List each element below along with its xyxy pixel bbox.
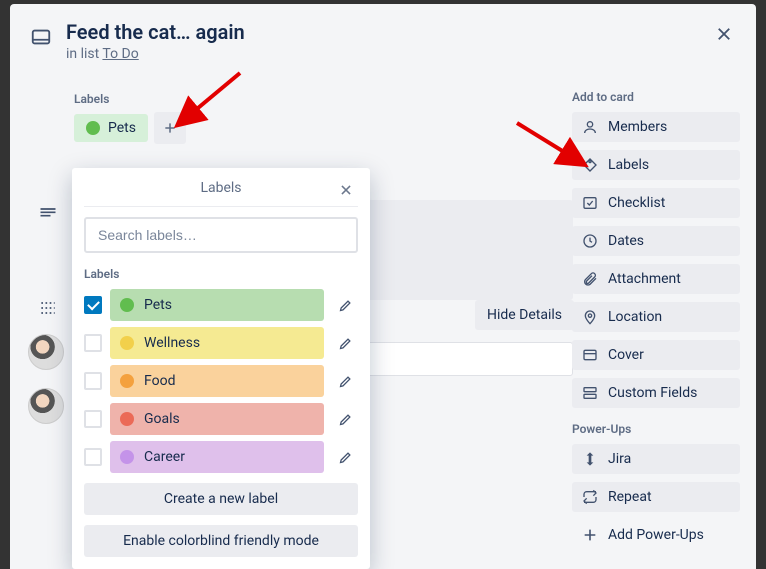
tag-icon	[582, 157, 598, 173]
card-subtitle: in list To Do	[66, 46, 245, 62]
sidebar-item-add-powerups[interactable]: Add Power-Ups	[572, 520, 740, 550]
plus-icon	[163, 121, 177, 135]
label-name: Pets	[144, 297, 172, 313]
cover-icon	[582, 347, 598, 363]
label-row-food: Food	[84, 365, 358, 397]
list-link[interactable]: To Do	[102, 46, 138, 62]
label-dot-icon	[120, 336, 134, 350]
create-label-button[interactable]: Create a new label	[84, 483, 358, 515]
close-modal-button[interactable]	[708, 18, 740, 50]
label-dot-icon	[120, 450, 134, 464]
card-modal: Feed the cat… again in list To Do Labels…	[10, 4, 756, 569]
pencil-icon	[338, 336, 353, 351]
sidebar-item-labels[interactable]: Labels	[572, 150, 740, 180]
label-pill[interactable]: Pets	[110, 289, 324, 321]
edit-label-button[interactable]	[332, 444, 358, 470]
sidebar-item-label: Members	[608, 119, 667, 135]
sidebar-item-label: Add Power-Ups	[608, 527, 704, 543]
card-title[interactable]: Feed the cat… again	[66, 20, 245, 44]
sidebar-item-custom-fields[interactable]: Custom Fields	[572, 378, 740, 408]
label-row-wellness: Wellness	[84, 327, 358, 359]
label-dot-icon	[120, 412, 134, 426]
label-name: Career	[144, 449, 185, 465]
label-checkbox[interactable]	[84, 334, 102, 352]
sidebar-item-label: Attachment	[608, 271, 681, 287]
sidebar-item-label: Dates	[608, 233, 644, 249]
add-label-button[interactable]	[154, 112, 186, 144]
sidebar-item-jira[interactable]: Jira	[572, 444, 740, 474]
jira-icon	[582, 451, 598, 467]
sidebar-item-repeat[interactable]: Repeat	[572, 482, 740, 512]
sidebar-item-label: Cover	[608, 347, 644, 363]
sidebar-item-location[interactable]: Location	[572, 302, 740, 332]
label-checkbox[interactable]	[84, 296, 102, 314]
label-pill[interactable]: Career	[110, 441, 324, 473]
pencil-icon	[338, 450, 353, 465]
colorblind-mode-button[interactable]: Enable colorblind friendly mode	[84, 525, 358, 557]
sidebar-item-members[interactable]: Members	[572, 112, 740, 142]
plus-icon	[582, 527, 598, 543]
avatar[interactable]	[28, 334, 64, 370]
avatar[interactable]	[28, 388, 64, 424]
edit-label-button[interactable]	[332, 406, 358, 432]
label-pill[interactable]: Wellness	[110, 327, 324, 359]
pencil-icon	[338, 298, 353, 313]
close-icon	[339, 183, 353, 197]
sidebar-item-checklist[interactable]: Checklist	[572, 188, 740, 218]
pencil-icon	[338, 412, 353, 427]
labels-heading: Labels	[74, 92, 574, 106]
applied-labels-row: Pets	[74, 112, 574, 144]
sidebar-item-attachment[interactable]: Attachment	[572, 264, 740, 294]
label-dot-icon	[86, 121, 100, 135]
popover-close-button[interactable]	[334, 178, 358, 202]
label-name: Wellness	[144, 335, 200, 351]
sidebar-item-label: Repeat	[608, 489, 652, 505]
label-search-input[interactable]	[84, 217, 358, 253]
sidebar-item-label: Checklist	[608, 195, 665, 211]
edit-label-button[interactable]	[332, 330, 358, 356]
description-icon	[38, 204, 62, 228]
clock-icon	[582, 233, 598, 249]
card-icon	[30, 26, 52, 52]
label-chip-pets[interactable]: Pets	[74, 114, 148, 142]
pencil-icon	[338, 374, 353, 389]
paperclip-icon	[582, 271, 598, 287]
card-sidebar: Add to card Members Labels Checklist Dat…	[572, 90, 740, 558]
sidebar-item-dates[interactable]: Dates	[572, 226, 740, 256]
user-icon	[582, 119, 598, 135]
sidebar-item-label: Jira	[608, 451, 631, 467]
powerups-heading: Power-Ups	[572, 422, 740, 436]
label-dot-icon	[120, 298, 134, 312]
popover-title: Labels	[200, 180, 241, 196]
sidebar-item-label: Location	[608, 309, 662, 325]
add-to-card-heading: Add to card	[572, 90, 740, 104]
hide-details-button[interactable]: Hide Details	[475, 300, 574, 330]
repeat-icon	[582, 489, 598, 505]
label-row-goals: Goals	[84, 403, 358, 435]
edit-label-button[interactable]	[332, 368, 358, 394]
label-row-career: Career	[84, 441, 358, 473]
label-chip-text: Pets	[108, 120, 136, 136]
label-row-pets: Pets	[84, 289, 358, 321]
custom-fields-icon	[582, 385, 598, 401]
sidebar-item-label: Custom Fields	[608, 385, 697, 401]
label-name: Food	[144, 373, 175, 389]
popover-labels-heading: Labels	[84, 267, 358, 281]
sidebar-item-label: Labels	[608, 157, 649, 173]
sidebar-item-cover[interactable]: Cover	[572, 340, 740, 370]
label-checkbox[interactable]	[84, 448, 102, 466]
label-checkbox[interactable]	[84, 372, 102, 390]
label-dot-icon	[120, 374, 134, 388]
location-pin-icon	[582, 309, 598, 325]
label-checkbox[interactable]	[84, 410, 102, 428]
label-name: Goals	[144, 411, 180, 427]
activity-icon	[38, 298, 62, 322]
labels-popover: Labels Labels Pets Wellness	[72, 168, 370, 569]
label-pill[interactable]: Food	[110, 365, 324, 397]
edit-label-button[interactable]	[332, 292, 358, 318]
close-icon	[715, 25, 733, 43]
checklist-icon	[582, 195, 598, 211]
label-pill[interactable]: Goals	[110, 403, 324, 435]
